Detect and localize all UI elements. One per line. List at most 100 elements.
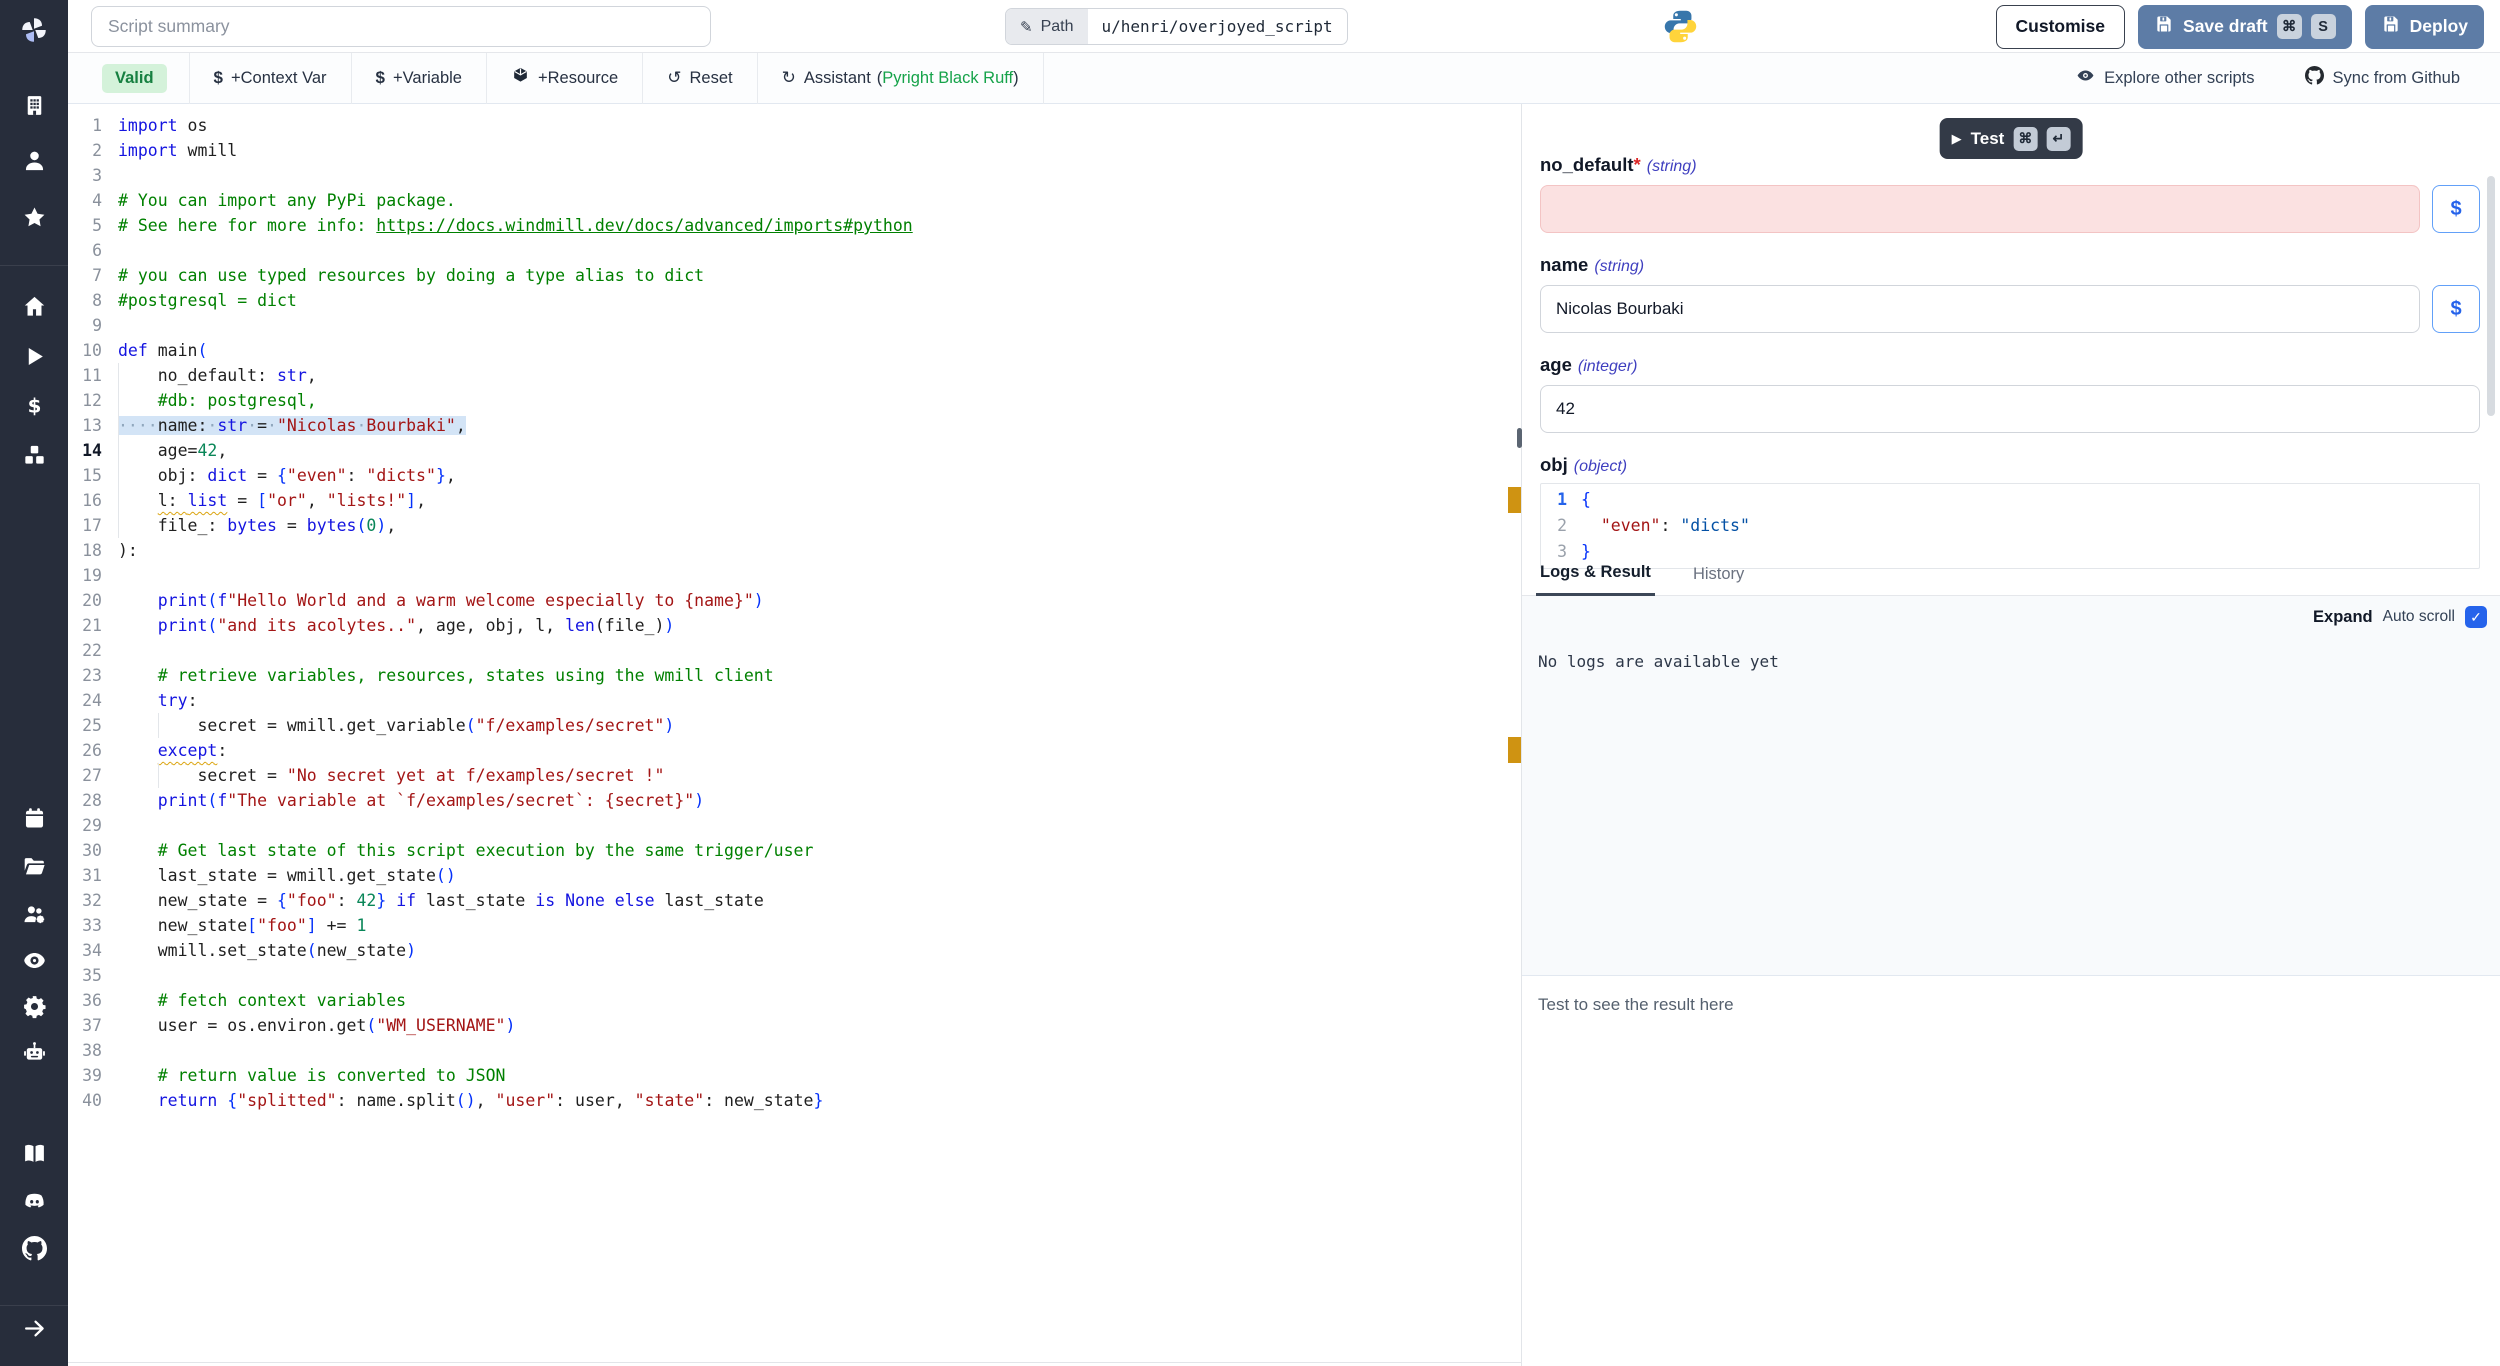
customise-button[interactable]: Customise [1996,5,2125,49]
form-scrollbar[interactable] [2487,176,2495,416]
sidebar-item-boxes[interactable] [0,436,68,480]
sidebar-item-calendar[interactable] [0,799,68,843]
code-line[interactable]: 20 print(f"Hello World and a warm welcom… [68,588,1521,613]
code-line[interactable]: 39 # return value is converted to JSON [68,1063,1521,1088]
code-line[interactable]: 27 secret = "No secret yet at f/examples… [68,763,1521,788]
dollar-icon: $ [376,68,385,88]
code-line[interactable]: 26 except: [68,738,1521,763]
no_default-input[interactable] [1540,185,2420,233]
code-line[interactable]: 7# you can use typed resources by doing … [68,263,1521,288]
path-chip[interactable]: ✎ Path u/henri/overjoyed_script [1005,8,1348,45]
field-label-no_default: no_default*(string) [1540,154,2480,176]
code-line[interactable]: 11 no_default: str, [68,363,1521,388]
code-line[interactable]: 28 print(f"The variable at `f/examples/s… [68,788,1521,813]
sidebar-item-home[interactable] [0,287,68,331]
expand-logs-button[interactable]: Expand [2313,608,2373,627]
code-line[interactable]: 38 [68,1038,1521,1063]
code-text: wmill.set_state(new_state) [118,938,416,963]
sidebar-item-building[interactable] [0,86,68,130]
explore-other-scripts-link[interactable]: Explore other scripts [2076,66,2254,90]
code-text: def main( [118,338,207,363]
code-line[interactable]: 10def main( [68,338,1521,363]
tab-history[interactable]: History [1689,565,1748,595]
s-key-chip: S [2311,14,2336,39]
line-number: 24 [68,688,102,713]
code-line[interactable]: 2import wmill [68,138,1521,163]
code-line[interactable]: 34 wmill.set_state(new_state) [68,938,1521,963]
assistant-toggle[interactable]: ↻ Assistant (Pyright Black Ruff) [758,53,1044,104]
tab-logs-result[interactable]: Logs & Result [1536,563,1655,596]
code-line[interactable]: 17 file_: bytes = bytes(0), [68,513,1521,538]
name-variable-picker-button[interactable]: $ [2432,285,2480,333]
code-line[interactable]: 29 [68,813,1521,838]
panel-resize-handle[interactable] [1517,428,1522,448]
sidebar-item-user[interactable] [0,141,68,185]
warning-marker-line-16[interactable] [1508,487,1521,513]
sidebar-item-folder-open[interactable] [0,847,68,891]
deploy-button[interactable]: Deploy [2365,5,2484,49]
code-line[interactable]: 21 print("and its acolytes..", age, obj,… [68,613,1521,638]
sidebar-item-play[interactable] [0,337,68,381]
code-line[interactable]: 16 l: list = ["or", "lists!"], [68,488,1521,513]
code-line[interactable]: 6 [68,238,1521,263]
code-line[interactable]: 22 [68,638,1521,663]
add-variable-button[interactable]: $ +Variable [352,53,487,104]
reset-button[interactable]: ↺ Reset [643,53,757,104]
code-text: return {"splitted": name.split(), "user"… [118,1088,823,1113]
code-line[interactable]: 32 new_state = {"foo": 42} if last_state… [68,888,1521,913]
sync-from-github-link[interactable]: Sync from Github [2305,66,2460,90]
name-input[interactable] [1540,285,2420,333]
code-line[interactable]: 37 user = os.environ.get("WM_USERNAME") [68,1013,1521,1038]
code-line[interactable]: 19 [68,563,1521,588]
code-line[interactable]: 1import os [68,113,1521,138]
code-line[interactable]: 4# You can import any PyPi package. [68,188,1521,213]
age-input[interactable] [1540,385,2480,433]
sidebar-item-arrow-right[interactable] [0,1309,68,1353]
code-line[interactable]: 30 # Get last state of this script execu… [68,838,1521,863]
add-resource-button[interactable]: +Resource [487,53,643,104]
sidebar-item-book[interactable] [0,1134,68,1178]
code-line[interactable]: 23 # retrieve variables, resources, stat… [68,663,1521,688]
code-line[interactable]: 40 return {"splitted": name.split(), "us… [68,1088,1521,1113]
code-line[interactable]: 24 try: [68,688,1521,713]
sidebar-item-github[interactable] [0,1229,68,1273]
json-line[interactable]: 1{ [1541,487,2479,513]
sidebar-item-discord[interactable] [0,1182,68,1226]
code-line[interactable]: 33 new_state["foo"] += 1 [68,913,1521,938]
indent-guide [158,763,159,788]
line-number: 15 [68,463,102,488]
sidebar-item-robot[interactable] [0,1033,68,1077]
json-line[interactable]: 2 "even": "dicts" [1541,513,2479,539]
required-asterisk: * [1634,154,1641,175]
add-context-var-button[interactable]: $ +Context Var [189,53,352,104]
code-text: last_state = wmill.get_state() [118,863,456,888]
code-line[interactable]: 35 [68,963,1521,988]
test-button[interactable]: ▶ Test ⌘ ↵ [1940,118,2083,159]
code-line[interactable]: 14 age=42, [68,438,1521,463]
code-line[interactable]: 13····name:·str·=·"Nicolas·Bourbaki", [68,413,1521,438]
code-line[interactable]: 18): [68,538,1521,563]
code-line[interactable]: 25 secret = wmill.get_variable("f/exampl… [68,713,1521,738]
code-line[interactable]: 36 # fetch context variables [68,988,1521,1013]
code-line[interactable]: 3 [68,163,1521,188]
code-editor[interactable]: 1import os2import wmill34# You can impor… [68,104,1521,1366]
code-line[interactable]: 15 obj: dict = {"even": "dicts"}, [68,463,1521,488]
sidebar-item-eye[interactable] [0,941,68,985]
windmill-logo[interactable] [0,10,68,50]
code-line[interactable]: 12 #db: postgresql, [68,388,1521,413]
line-number: 9 [68,313,102,338]
sidebar-item-gear[interactable] [0,987,68,1031]
save-draft-button[interactable]: Save draft ⌘ S [2138,5,2352,49]
code-line[interactable]: 31 last_state = wmill.get_state() [68,863,1521,888]
sidebar-item-dollar[interactable]: $ [0,386,68,430]
code-line[interactable]: 5# See here for more info: https://docs.… [68,213,1521,238]
script-summary-input[interactable] [91,6,711,47]
sidebar-item-star[interactable] [0,198,68,242]
code-line[interactable]: 9 [68,313,1521,338]
auto-scroll-checkbox[interactable]: ✓ [2465,606,2487,628]
cube-icon [511,66,530,90]
code-line[interactable]: 8#postgresql = dict [68,288,1521,313]
sidebar-item-users-cog[interactable] [0,895,68,939]
warning-marker-line-26[interactable] [1508,737,1521,763]
no_default-variable-picker-button[interactable]: $ [2432,185,2480,233]
